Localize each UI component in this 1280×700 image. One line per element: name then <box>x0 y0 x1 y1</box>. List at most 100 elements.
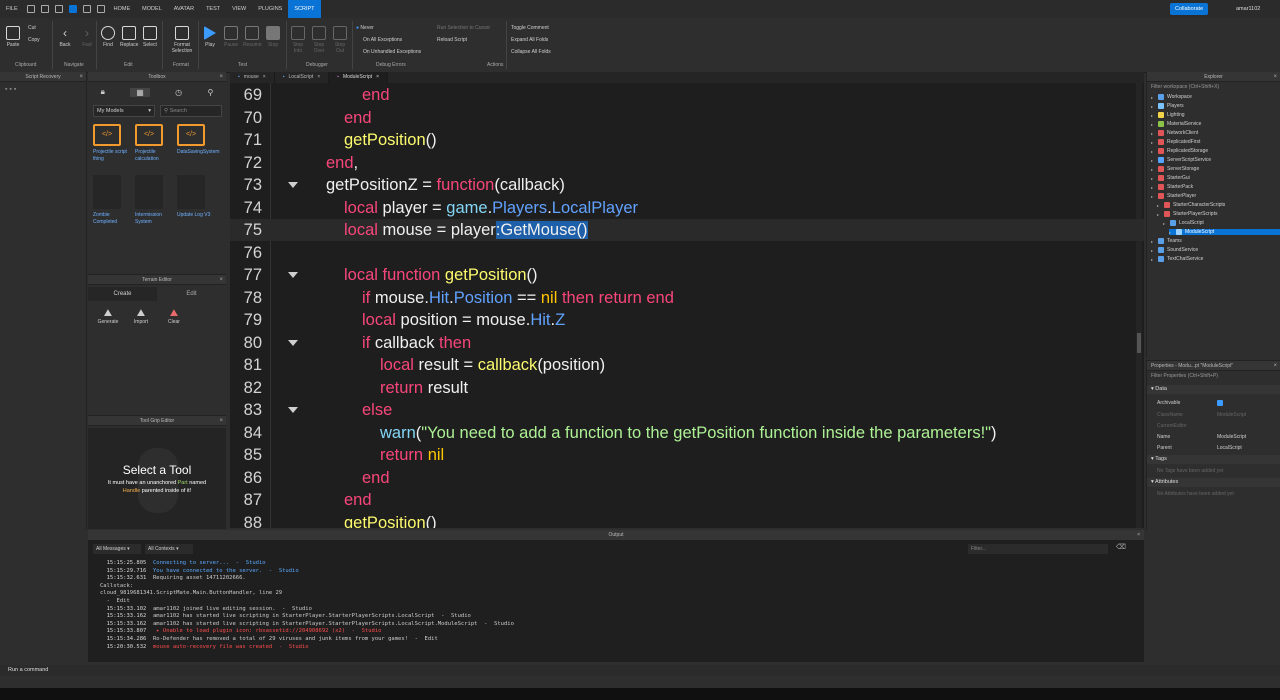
code-line[interactable]: 69 end <box>230 84 1144 106</box>
fold-arrow-icon[interactable] <box>288 339 298 346</box>
explorer-item[interactable]: ▸ TextChatService <box>1151 256 1203 262</box>
explorer-item[interactable]: ▸ LocalScript <box>1163 220 1204 226</box>
reload-script-button[interactable]: Reload Script <box>437 37 467 43</box>
panel-close-icon[interactable]: × <box>1137 530 1140 540</box>
step-over-button[interactable]: Step Over <box>311 26 327 54</box>
code-line[interactable]: 82 return result <box>230 377 1144 399</box>
panel-close-icon[interactable]: × <box>1273 361 1277 371</box>
code-line[interactable]: 79 local position = mouse.Hit.Z <box>230 309 1144 331</box>
expand-arrow-icon[interactable]: ▸ <box>1151 95 1155 100</box>
inventory-grid-icon[interactable]: ▦ <box>130 87 150 97</box>
archivable-checkbox[interactable] <box>1217 400 1223 406</box>
expand-arrow-icon[interactable]: ▸ <box>1151 185 1155 190</box>
step-out-button[interactable]: Step Out <box>332 26 348 54</box>
tab-localscript[interactable]: ▪ LocalScript × <box>275 72 330 83</box>
break-unhandled-option[interactable]: On Unhandled Exceptions <box>363 49 421 55</box>
recovery-toolbar-icons[interactable]: ▪ ▪ ▪ <box>5 86 16 93</box>
code-line[interactable]: 88 getPosition() <box>230 512 1144 529</box>
expand-arrow-icon[interactable]: ▸ <box>1151 239 1155 244</box>
explorer-item[interactable]: ▸ Lighting <box>1151 112 1185 118</box>
explorer-item[interactable]: ▸ MaterialService <box>1151 121 1201 127</box>
expand-arrow-icon[interactable]: ▸ <box>1151 104 1155 109</box>
menu-home[interactable]: HOME <box>108 0 137 18</box>
explorer-item[interactable]: ▸ NetworkClient <box>1151 130 1198 136</box>
toolbox-search-input[interactable]: ⚲ Search <box>160 105 222 117</box>
break-all-exceptions-option[interactable]: On All Exceptions <box>363 37 402 43</box>
menu-script[interactable]: SCRIPT <box>288 0 321 18</box>
fold-arrow-icon[interactable] <box>288 182 298 188</box>
output-message-filter[interactable]: All Messages ▾ <box>93 544 141 554</box>
expand-arrow-icon[interactable]: ▸ <box>1151 167 1155 172</box>
toolbox-item[interactable]: Zombie Completed <box>93 175 133 226</box>
explorer-item[interactable]: ▸ StarterPlayer <box>1151 193 1196 199</box>
explorer-item[interactable]: ▸ StarterPack <box>1151 184 1193 190</box>
menu-file[interactable]: FILE <box>0 0 24 18</box>
expand-arrow-icon[interactable]: ▸ <box>1151 149 1155 154</box>
menu-model[interactable]: MODEL <box>136 0 168 18</box>
section-attributes[interactable]: ▾ Attributes <box>1147 478 1280 487</box>
toolbox-item[interactable]: </> Projectile script thing <box>93 124 133 163</box>
code-line[interactable]: 75 local mouse = player:GetMouse() <box>230 219 1144 241</box>
code-line[interactable]: 86 end <box>230 467 1144 489</box>
code-line[interactable]: 71 getPosition() <box>230 129 1144 151</box>
output-line[interactable]: 15:20:30.532 mouse auto-recovery file wa… <box>100 644 309 652</box>
output-line[interactable]: 15:15:32.631 Requiring asset 14711202666… <box>100 575 246 583</box>
menu-view[interactable]: VIEW <box>226 0 252 18</box>
section-data[interactable]: ▾ Data <box>1147 385 1280 394</box>
expand-arrow-icon[interactable]: ▸ <box>1157 212 1161 217</box>
expand-arrow-icon[interactable]: ▸ <box>1151 158 1155 163</box>
recent-icon[interactable]: ◷ <box>175 88 182 97</box>
code-editor[interactable]: 69 end 70 end 71 getPosition() 72 end, 73 getPosi… <box>230 83 1144 528</box>
collapse-folds-button[interactable]: Collapse All Folds <box>511 49 551 55</box>
expand-arrow-icon[interactable]: ▸ <box>1151 140 1155 145</box>
explorer-filter-input[interactable]: Filter workspace (Ctrl+Shift+X) <box>1151 83 1277 92</box>
expand-arrow-icon[interactable]: ▸ <box>1151 131 1155 136</box>
panel-close-icon[interactable]: × <box>1273 72 1277 82</box>
explorer-item[interactable]: ▸ ReplicatedFirst <box>1151 139 1200 145</box>
explorer-item[interactable]: ▸ Workspace <box>1151 94 1192 100</box>
output-line[interactable]: 15:15:33.162 amar1102 has started live s… <box>100 621 514 629</box>
code-line[interactable]: 70 end <box>230 107 1144 129</box>
select-button[interactable]: Select <box>143 26 157 48</box>
format-selection-button[interactable]: Format Selection <box>168 26 196 54</box>
panel-close-icon[interactable]: × <box>79 72 83 82</box>
explorer-item[interactable]: ▸ ReplicatedStorage <box>1151 148 1208 154</box>
toolbox-item[interactable]: </> Projectile calculation <box>135 124 175 163</box>
open-file-icon[interactable] <box>40 5 49 13</box>
toolbox-item[interactable]: Intermission System <box>135 175 175 226</box>
expand-arrow-icon[interactable]: ▸ <box>1151 194 1155 199</box>
redo-icon[interactable] <box>96 5 105 13</box>
undo-icon[interactable] <box>82 5 91 13</box>
expand-arrow-icon[interactable]: ▸ <box>1151 248 1155 253</box>
code-line[interactable]: 87 end <box>230 489 1144 511</box>
output-line[interactable]: cloud_9819681341.ScriptMate.Main.ButtonH… <box>100 590 282 598</box>
menu-plugins[interactable]: PLUGINS <box>252 0 288 18</box>
prop-parent-value[interactable]: LocalScript <box>1217 445 1242 451</box>
tab-mouse[interactable]: ▪ mouse × <box>230 72 275 83</box>
close-icon[interactable]: × <box>376 72 379 83</box>
panel-close-icon[interactable]: × <box>219 72 223 82</box>
output-line[interactable]: - Edit <box>100 598 130 606</box>
expand-arrow-icon[interactable]: ▸ <box>1169 230 1173 235</box>
code-line[interactable]: 80 if callback then <box>230 332 1144 354</box>
code-line[interactable]: 77 local function getPosition() <box>230 264 1144 286</box>
explorer-item[interactable]: ▸ ServerScriptService <box>1151 157 1211 163</box>
expand-arrow-icon[interactable]: ▸ <box>1151 176 1155 181</box>
creations-icon[interactable]: ⚲ <box>207 88 213 97</box>
paste-button[interactable]: Paste <box>6 26 20 48</box>
expand-arrow-icon[interactable]: ▸ <box>1151 257 1155 262</box>
output-line[interactable]: 15:15:33.807 ▸ Unable to load plugin ico… <box>100 628 382 636</box>
close-icon[interactable]: × <box>263 72 266 83</box>
expand-arrow-icon[interactable]: ▸ <box>1151 122 1155 127</box>
replace-button[interactable]: Replace <box>120 26 138 48</box>
toolbox-item[interactable]: </> DataSavingSystem <box>177 124 220 156</box>
pause-button[interactable]: Pause <box>224 26 238 48</box>
terrain-tab-edit[interactable]: Edit <box>157 287 226 301</box>
expand-arrow-icon[interactable]: ▸ <box>1151 113 1155 118</box>
tab-modulescript[interactable]: ▪ ModuleScript × <box>329 72 389 83</box>
code-line[interactable]: 72 end, <box>230 152 1144 174</box>
output-filter-input[interactable]: Filter... <box>968 544 1108 554</box>
break-never-option[interactable]: ● Never <box>356 25 374 31</box>
expand-folds-button[interactable]: Expand All Folds <box>511 37 548 43</box>
expand-arrow-icon[interactable]: ▸ <box>1157 203 1161 208</box>
